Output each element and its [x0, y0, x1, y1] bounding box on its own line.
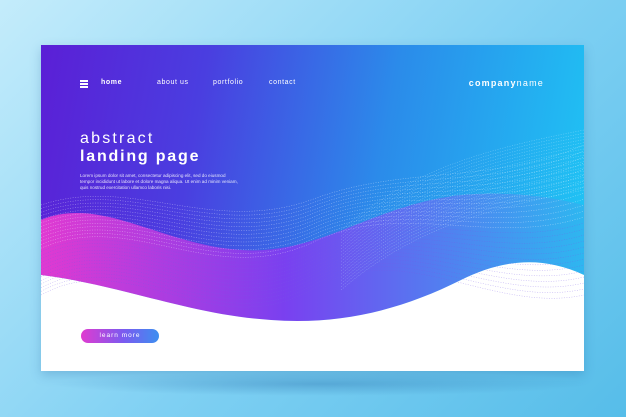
- nav-item-about-us[interactable]: about us: [157, 79, 189, 86]
- brand-bold: company: [468, 78, 517, 88]
- company-logo[interactable]: companyname: [469, 78, 544, 88]
- hero-subtitle: abstract: [80, 130, 155, 147]
- hero-body-text: Lorem ipsum dolor sit amet, consectetur …: [80, 173, 238, 190]
- top-navigation: home about us portfolio contact companyn…: [41, 45, 584, 125]
- hero-title: landing page: [80, 148, 201, 165]
- brand-light: name: [516, 78, 544, 88]
- nav-item-portfolio[interactable]: portfolio: [213, 79, 243, 86]
- nav-item-contact[interactable]: contact: [269, 79, 296, 86]
- landing-page-card: home about us portfolio contact companyn…: [41, 45, 584, 371]
- card-shadow: [50, 372, 590, 396]
- hamburger-menu-icon[interactable]: [80, 80, 88, 88]
- learn-more-button[interactable]: learn more: [81, 329, 159, 343]
- nav-item-home[interactable]: home: [101, 79, 122, 86]
